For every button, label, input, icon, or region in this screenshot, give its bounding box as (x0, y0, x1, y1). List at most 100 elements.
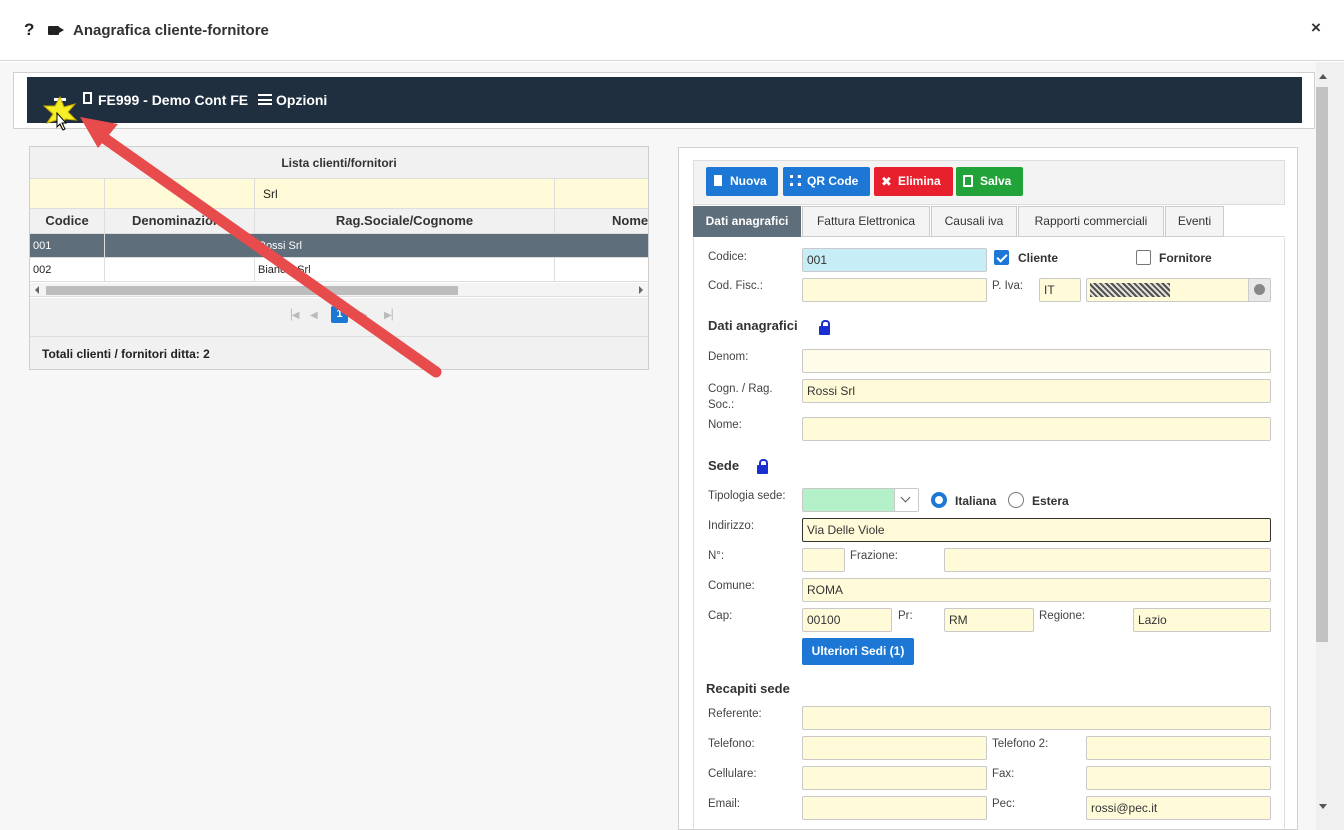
pec-input[interactable]: rossi@pec.it (1086, 796, 1271, 820)
grid-footer-total: Totali clienti / fornitori ditta: 2 (30, 337, 648, 369)
company-name: FE999 - Demo Cont FE (98, 92, 249, 108)
header-wrapper: FE999 - Demo Cont FE Opzioni (13, 72, 1315, 129)
fiscal-code-input[interactable] (802, 278, 987, 302)
new-button[interactable]: Nuova (706, 167, 778, 196)
phone-label: Telefono: (708, 738, 755, 750)
x-icon: ✖ (881, 174, 892, 189)
lock-icon[interactable] (757, 459, 768, 474)
surname-input[interactable]: Rossi Srl (802, 379, 1271, 403)
prev-page-icon[interactable]: ◀ (310, 310, 318, 321)
region-input[interactable]: Lazio (1133, 608, 1271, 632)
denom-input[interactable] (802, 349, 1271, 373)
redacted-value (1090, 283, 1170, 297)
email-label: Email: (708, 798, 740, 810)
referent-input[interactable] (802, 706, 1271, 730)
pager: ▕◀ ◀ 1 ▶ ▶▏ (30, 298, 648, 337)
vat-number-input[interactable] (1086, 278, 1271, 302)
client-label: Cliente (1018, 251, 1059, 265)
city-input[interactable]: ROMA (802, 578, 1271, 602)
cap-input[interactable]: 00100 (802, 608, 892, 632)
supplier-checkbox[interactable] (1136, 250, 1151, 265)
last-page-icon[interactable]: ▶▏ (384, 310, 399, 321)
mobile-input[interactable] (802, 766, 987, 790)
province-label: Pr: (898, 610, 913, 622)
phone2-input[interactable] (1086, 736, 1271, 760)
code-input[interactable]: 001 (802, 248, 987, 272)
qr-code-button[interactable]: QR Code (783, 167, 870, 196)
site-type-label: Tipologia sede: (708, 490, 786, 502)
vat-country-input[interactable]: IT (1039, 278, 1081, 302)
floppy-icon (963, 175, 973, 187)
fraction-label: Frazione: (850, 550, 898, 562)
number-label: N°: (708, 550, 725, 562)
window-titlebar: ? Anagrafica cliente-fornitore × (0, 0, 1344, 61)
globe-button[interactable] (1248, 279, 1270, 301)
phone-input[interactable] (802, 736, 987, 760)
company-header-bar: FE999 - Demo Cont FE Opzioni (27, 77, 1302, 123)
form-dati-anagrafici: Codice: 001 Cliente Fornitore Cod. Fisc.… (693, 238, 1285, 830)
close-icon[interactable]: × (1311, 18, 1321, 38)
scroll-up-icon (1319, 74, 1327, 79)
fax-label: Fax: (992, 768, 1015, 780)
column-header-code[interactable]: Codice (30, 209, 105, 234)
fiscal-code-label: Cod. Fisc.: (708, 280, 763, 292)
building-icon (83, 92, 92, 104)
tab-fattura-elettronica[interactable]: Fattura Elettronica (802, 206, 930, 237)
address-input[interactable]: Via Delle Viole (802, 518, 1271, 542)
first-page-icon[interactable]: ▕◀ (284, 310, 299, 321)
more-sites-button[interactable]: Ulteriori Sedi (1) (802, 638, 914, 665)
italian-label: Italiana (955, 494, 997, 508)
qr-icon (790, 175, 801, 186)
phone2-label: Telefono 2: (992, 738, 1049, 750)
filter-code-input[interactable] (30, 179, 105, 209)
code-label: Codice: (708, 251, 747, 263)
mobile-label: Cellulare: (708, 768, 757, 780)
province-input[interactable]: RM (944, 608, 1034, 632)
video-camera-icon[interactable] (48, 26, 59, 35)
document-icon (714, 175, 722, 186)
fraction-input[interactable] (944, 548, 1271, 572)
foreign-label: Estera (1032, 494, 1069, 508)
lock-icon[interactable] (819, 320, 830, 335)
tab-eventi[interactable]: Eventi (1165, 206, 1224, 237)
name-label: Nome: (708, 419, 742, 431)
help-icon[interactable]: ? (24, 20, 34, 40)
column-header-name[interactable]: Nome (555, 209, 648, 234)
foreign-radio[interactable] (1008, 492, 1024, 508)
number-input[interactable] (802, 548, 845, 572)
filter-ragsoc-input[interactable]: Srl (255, 179, 555, 209)
vertical-scrollbar[interactable] (1316, 62, 1344, 830)
fax-input[interactable] (1086, 766, 1271, 790)
filter-name-input[interactable] (555, 179, 648, 209)
email-input[interactable] (802, 796, 987, 820)
column-header-denom[interactable]: Denominazione (105, 209, 255, 234)
chevron-down-icon[interactable] (894, 489, 918, 511)
name-input[interactable] (802, 417, 1271, 441)
tab-rapporti-commerciali[interactable]: Rapporti commerciali (1018, 206, 1164, 237)
page-button[interactable]: 1 (331, 306, 348, 323)
horizontal-scrollbar[interactable] (30, 283, 648, 297)
column-header-ragsoc[interactable]: Rag.Sociale/Cognome (255, 209, 555, 234)
sliders-icon (258, 94, 272, 105)
table-row[interactable]: 002 Bianchi Srl (30, 258, 648, 282)
clients-grid: Lista clienti/fornitori Srl Codice Denom… (29, 146, 649, 370)
save-button[interactable]: Salva (956, 167, 1023, 196)
tab-causali-iva[interactable]: Causali iva (931, 206, 1017, 237)
content-area: FE999 - Demo Cont FE Opzioni Lista clien… (0, 62, 1316, 830)
italian-radio[interactable] (931, 492, 947, 508)
client-checkbox[interactable] (994, 250, 1009, 265)
site-type-select[interactable] (802, 488, 919, 512)
address-label: Indirizzo: (708, 520, 755, 532)
next-page-icon[interactable]: ▶ (360, 310, 368, 321)
scroll-down-icon (1319, 804, 1327, 809)
detail-panel: Nuova QR Code ✖ Elimina Salva Dati anagra… (678, 147, 1298, 830)
options-menu[interactable]: Opzioni (276, 92, 327, 108)
pec-label: Pec: (992, 798, 1016, 810)
region-label: Regione: (1039, 610, 1086, 622)
supplier-label: Fornitore (1159, 251, 1212, 265)
collapse-button[interactable] (54, 98, 66, 101)
delete-button[interactable]: ✖ Elimina (874, 167, 953, 196)
tab-dati-anagrafici[interactable]: Dati anagrafici (693, 206, 801, 237)
filter-denom-input[interactable] (105, 179, 255, 209)
table-row[interactable]: 001 Rossi Srl (30, 234, 648, 258)
